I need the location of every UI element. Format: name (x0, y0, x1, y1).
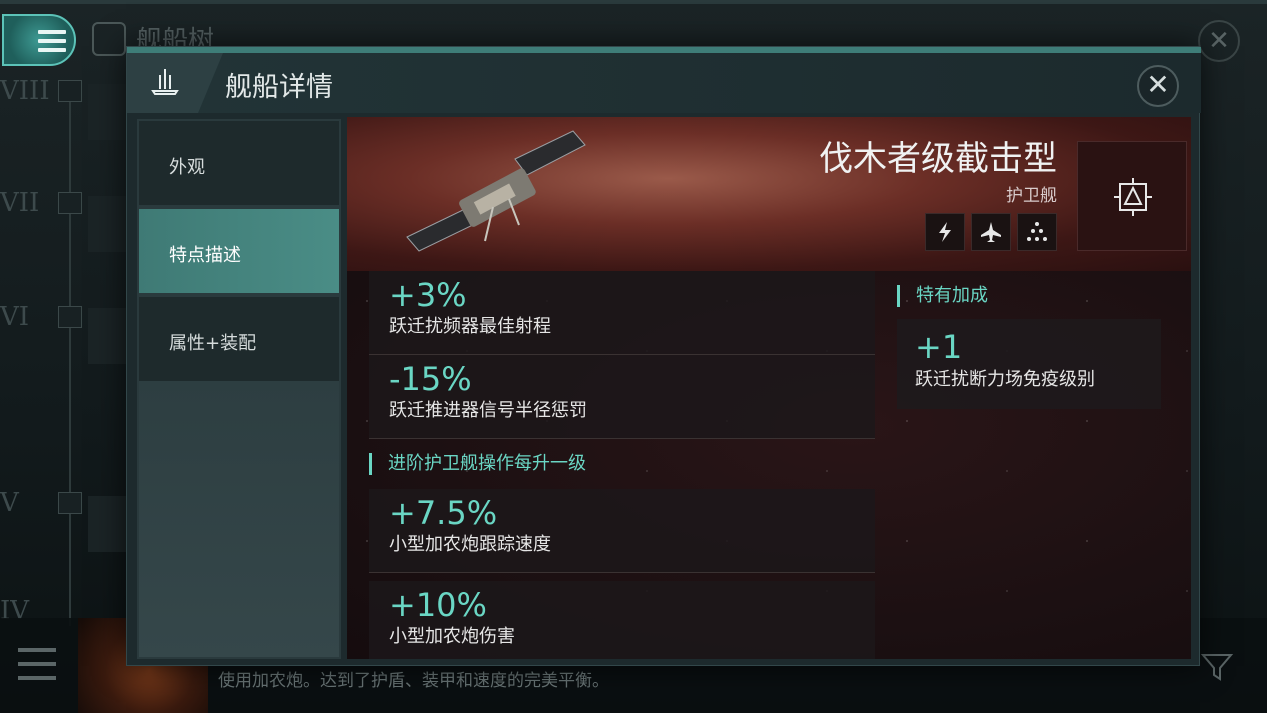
bonus-list: +3% 跃迁扰频器最佳射程 -15% 跃迁推进器信号半径惩罚 进阶护卫舰操作每升… (369, 271, 875, 659)
sidebar-empty-area (139, 381, 339, 657)
ship-details-modal: 舰船详情 ✕ 外观 特点描述 属性+装配 伐木者级截击型 护卫舰 +3% 跃迁扰… (126, 46, 1201, 666)
details-content: 伐木者级截击型 护卫舰 +3% 跃迁扰频器最佳射程 -15% 跃迁推进器信号半径… (347, 117, 1191, 659)
ship-description: 使用加农炮。达到了护盾、装甲和速度的完美平衡。 (218, 671, 609, 691)
fighter-icon[interactable] (971, 213, 1011, 251)
tier-line (69, 86, 71, 626)
faction-icon (1114, 178, 1152, 216)
close-button[interactable]: ✕ (1137, 65, 1179, 107)
role-bonus-list: 特有加成 +1 跃迁扰断力场免疫级别 (877, 271, 1191, 659)
tier-label: VII (0, 188, 40, 218)
tab-appearance[interactable]: 外观 (139, 121, 339, 205)
ship-banner: 伐木者级截击型 护卫舰 (347, 117, 1191, 271)
role-section-header: 特有加成 (897, 285, 988, 307)
bonus-description: 跃迁扰断力场免疫级别 (915, 369, 1095, 390)
faction-emblem (1077, 141, 1187, 251)
ship-image (406, 130, 586, 252)
tab-features[interactable]: 特点描述 (139, 209, 339, 293)
bonus-description: 小型加农炮伤害 (389, 626, 515, 647)
tab-label: 特点描述 (169, 245, 241, 266)
bonus-description: 跃迁扰频器最佳射程 (389, 316, 551, 337)
tier-label: VI (0, 302, 30, 332)
tier-node[interactable] (58, 492, 82, 514)
bonus-item: +1 跃迁扰断力场免疫级别 (897, 319, 1161, 409)
tab-attributes-fitting[interactable]: 属性+装配 (139, 297, 339, 381)
bonus-value: +7.5% (389, 494, 498, 532)
lightning-icon[interactable] (925, 213, 965, 251)
list-menu-icon[interactable] (18, 648, 56, 682)
bonus-value: +1 (915, 328, 963, 366)
bonus-value: +10% (389, 586, 487, 624)
tier-label: VIII (0, 76, 50, 106)
main-menu-button[interactable] (2, 14, 76, 66)
bonus-value: -15% (389, 360, 472, 398)
bonus-item: -15% 跃迁推进器信号半径惩罚 (369, 355, 875, 439)
details-sidebar: 外观 特点描述 属性+装配 (137, 119, 341, 659)
ship-details-icon (151, 69, 179, 95)
bonus-description: 小型加农炮跟踪速度 (389, 534, 551, 555)
bonus-item: +3% 跃迁扰频器最佳射程 (369, 271, 875, 355)
bonus-item: +10% 小型加农炮伤害 (369, 581, 875, 659)
tier-label: V (0, 488, 19, 518)
triangle-dots-icon[interactable] (1017, 213, 1057, 251)
filter-icon[interactable] (1200, 650, 1234, 684)
ship-class: 护卫舰 (1006, 186, 1057, 206)
skill-section-header: 进阶护卫舰操作每升一级 (369, 453, 586, 475)
tab-label: 外观 (169, 157, 205, 178)
tier-node[interactable] (58, 192, 82, 214)
close-icon: ✕ (1146, 68, 1170, 101)
ship-tree-icon (92, 22, 126, 56)
bonus-item: +7.5% 小型加农炮跟踪速度 (369, 489, 875, 573)
background-close-icon[interactable]: ✕ (1198, 20, 1240, 62)
modal-header: 舰船详情 ✕ (127, 53, 1201, 113)
bonus-panel: +3% 跃迁扰频器最佳射程 -15% 跃迁推进器信号半径惩罚 进阶护卫舰操作每升… (347, 271, 1191, 659)
hamburger-icon (38, 30, 66, 52)
bonus-description: 跃迁推进器信号半径惩罚 (389, 400, 587, 421)
tier-node[interactable] (58, 80, 82, 102)
top-edge (0, 0, 1267, 4)
bonus-value: +3% (389, 276, 467, 314)
tier-node[interactable] (58, 306, 82, 328)
ship-name: 伐木者级截击型 (819, 139, 1057, 179)
tab-label: 属性+装配 (169, 333, 257, 354)
modal-title: 舰船详情 (225, 72, 333, 103)
header-tab (127, 53, 223, 113)
